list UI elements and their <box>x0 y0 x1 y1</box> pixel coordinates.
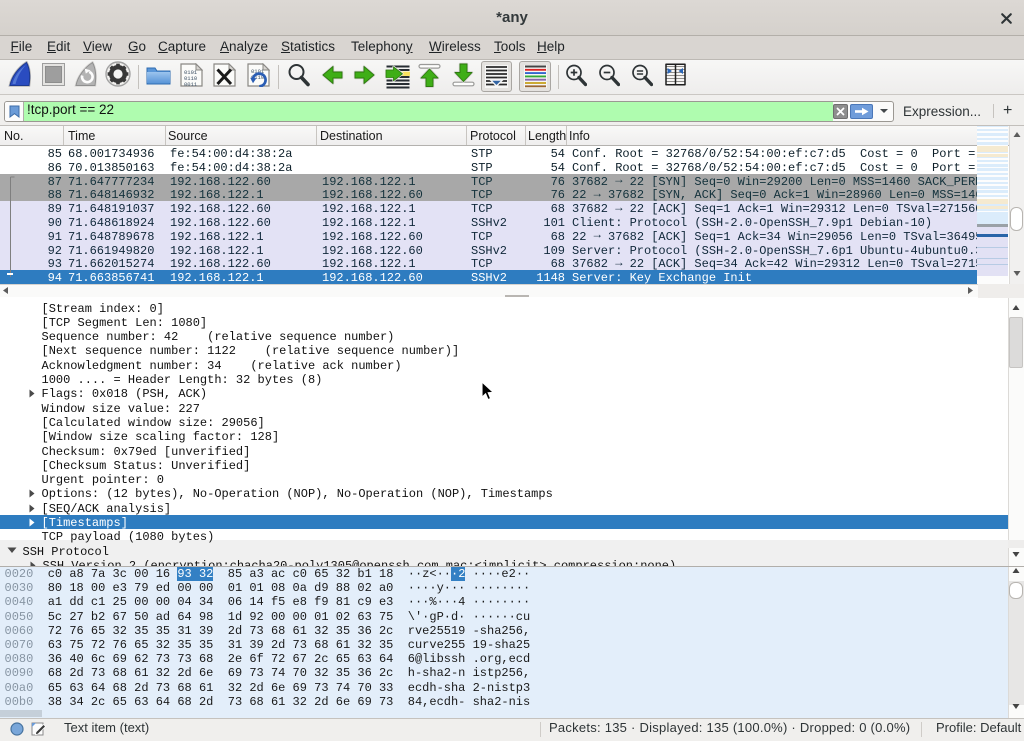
svg-text:0011: 0011 <box>184 81 198 87</box>
